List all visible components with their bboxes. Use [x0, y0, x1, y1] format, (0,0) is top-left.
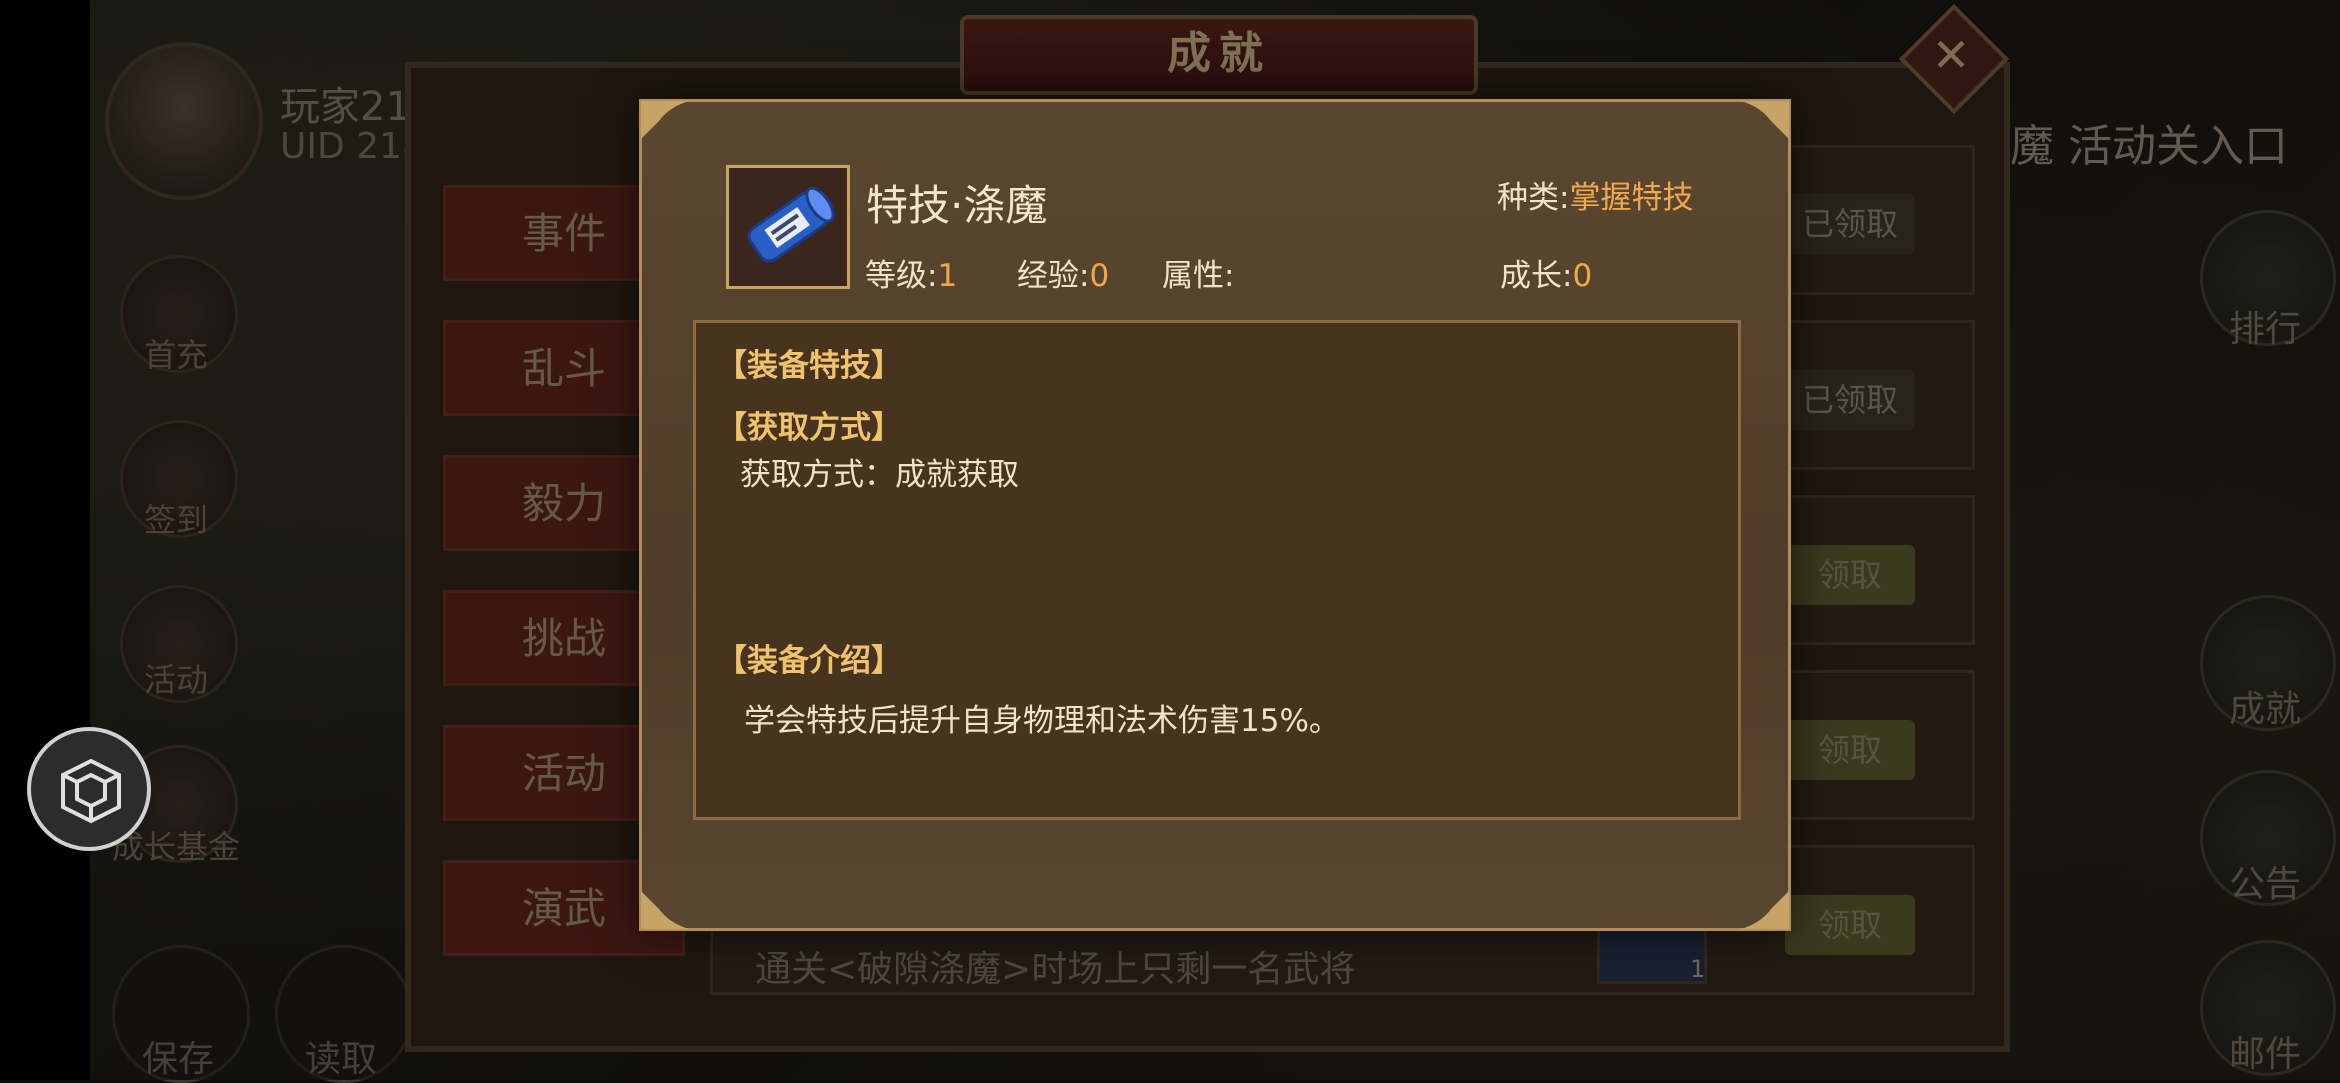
equip-skill-heading: 【装备特技】: [716, 348, 902, 384]
intro-body: 学会特技后提升自身物理和法术伤害15%。: [744, 703, 1340, 739]
corner-ornament-icon: [641, 101, 689, 139]
corner-ornament-icon: [1741, 101, 1789, 139]
item-type-label: 种类:: [1497, 180, 1570, 216]
item-attribute: 属性:: [1162, 250, 1234, 295]
item-growth: 成长:0: [1500, 250, 1592, 295]
item-type-value: 掌握特技: [1569, 180, 1694, 216]
cube-icon: [61, 758, 121, 824]
floating-assist-button[interactable]: [27, 727, 151, 851]
corner-ornament-icon: [1741, 891, 1789, 929]
corner-ornament-icon: [641, 891, 689, 929]
exp-value: 0: [1089, 258, 1110, 294]
acquire-heading: 【获取方式】: [716, 410, 902, 446]
attribute-label: 属性:: [1162, 258, 1235, 294]
exp-label: 经验:: [1017, 258, 1090, 294]
item-exp: 经验:0: [1017, 250, 1109, 295]
item-icon-frame: [726, 165, 850, 289]
item-title: 特技·涤魔: [866, 181, 1048, 230]
level-label: 等级:: [865, 258, 938, 294]
acquire-body: 获取方式：成就获取: [740, 457, 1019, 493]
item-type: 种类:掌握特技: [1497, 172, 1693, 217]
growth-label: 成长:: [1500, 258, 1573, 294]
item-description-box: [693, 320, 1741, 820]
intro-heading: 【装备介绍】: [716, 643, 902, 679]
level-value: 1: [937, 258, 958, 294]
growth-value: 0: [1572, 258, 1593, 294]
scroll-skill-icon: [729, 168, 847, 286]
item-level: 等级:1: [865, 250, 957, 295]
